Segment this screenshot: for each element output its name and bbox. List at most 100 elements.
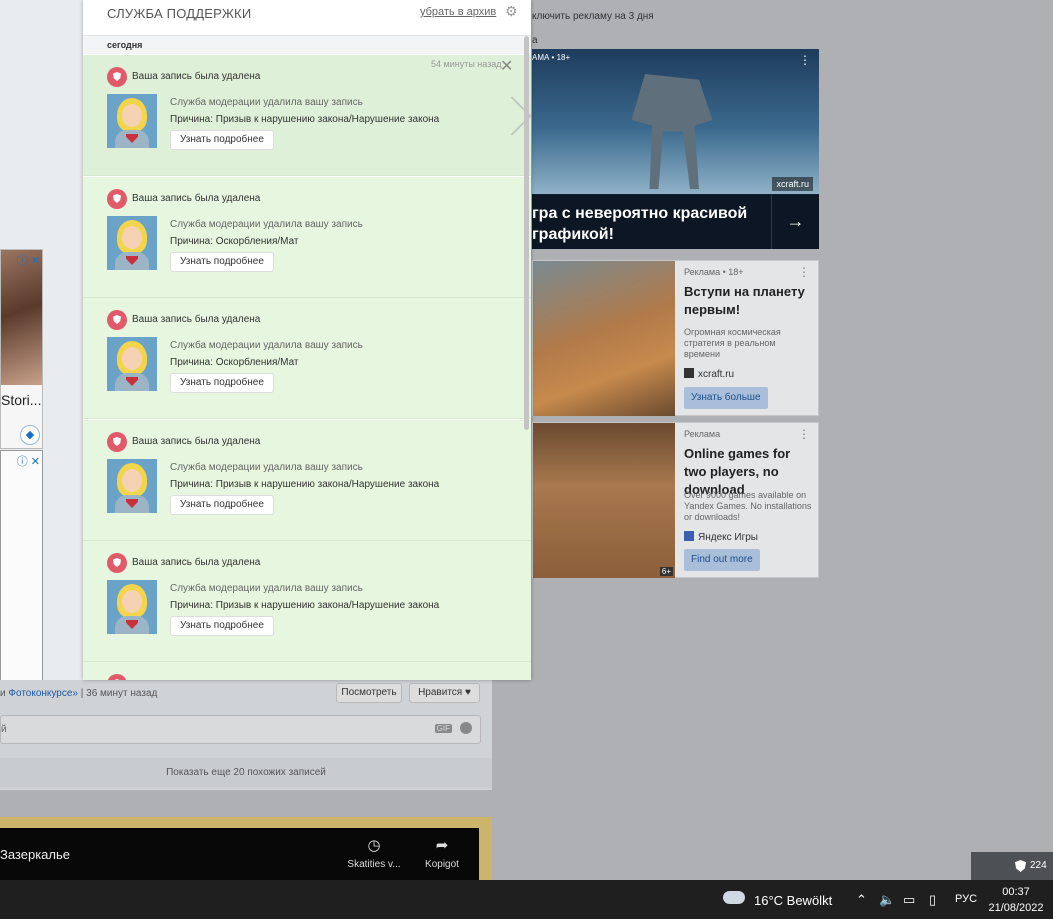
- support-notifications-panel: СЛУЖБА ПОДДЕРЖКИ убрать в архив ⚙ сегодн…: [83, 0, 531, 680]
- arrow-right-icon[interactable]: →: [771, 195, 819, 249]
- show-more-button[interactable]: Показать еще 20 похожих записей: [0, 758, 492, 788]
- navigate-icon[interactable]: ◆: [20, 425, 40, 445]
- comment-placeholder: й: [1, 724, 7, 735]
- notification-text: Служба модерации удалила вашу запись: [170, 340, 363, 351]
- notification-text: Служба модерации удалила вашу запись: [170, 219, 363, 230]
- ad-source-label: xcraft.ru: [698, 369, 735, 380]
- panel-title: СЛУЖБА ПОДДЕРЖКИ: [107, 6, 252, 21]
- ad-label: Реклама: [684, 429, 721, 439]
- left-ad-caption: Stori...: [1, 392, 42, 408]
- ad-label: Реклама • 18+: [684, 267, 744, 277]
- badge-count: 224: [1030, 860, 1047, 871]
- cloud-icon[interactable]: [723, 891, 745, 904]
- notification-heading: Ваша запись была удалена: [132, 436, 261, 447]
- notification-reason: Причина: Оскорбления/Мат: [170, 357, 299, 368]
- clock-date: 21/08/2022: [988, 902, 1044, 914]
- avatar: [107, 459, 157, 513]
- like-button[interactable]: Нравится ♥: [409, 683, 480, 703]
- view-button[interactable]: Посмотреть: [336, 683, 402, 703]
- gear-icon[interactable]: ⚙: [505, 3, 518, 20]
- clock-icon: ◷: [367, 837, 381, 854]
- learn-more-button[interactable]: Узнать подробнее: [170, 616, 274, 636]
- xcraft-icon: [684, 368, 694, 378]
- archive-link[interactable]: убрать в архив: [420, 6, 496, 18]
- clock[interactable]: 00:37 21/08/2022: [988, 884, 1044, 916]
- shield-icon: [1015, 860, 1026, 872]
- big-ad[interactable]: АМА • 18+ ⋮ xcraft.ru гра с невероятно к…: [532, 49, 819, 249]
- emoji-icon[interactable]: [460, 722, 472, 734]
- share-icon: ➦: [435, 837, 449, 854]
- ad-card-image: [533, 261, 675, 416]
- chevron-right-icon[interactable]: [496, 95, 526, 145]
- watch-later-button[interactable]: ◷ Skatities v...: [344, 836, 404, 870]
- notification-item[interactable]: Ваша запись была удалена 54 минуты назад…: [83, 55, 531, 176]
- ad-source: xcraft.ru: [684, 368, 734, 380]
- learn-more-button[interactable]: Узнать подробнее: [170, 495, 274, 515]
- ad-card-planet[interactable]: Реклама • 18+ ⋮ Вступи на планету первым…: [532, 260, 819, 416]
- ad-cta-button[interactable]: Find out more: [684, 549, 760, 571]
- language-indicator[interactable]: РУС: [955, 893, 977, 905]
- date-group-label: сегодня: [107, 40, 143, 50]
- left-ad-card-2[interactable]: ⓘ ✕: [0, 450, 43, 682]
- yandex-games-icon: [684, 531, 694, 541]
- ad-cta-button[interactable]: Узнать больше: [684, 387, 768, 409]
- scrollbar[interactable]: [524, 36, 529, 430]
- gif-icon[interactable]: GIF: [434, 724, 452, 733]
- shield-icon: [107, 674, 127, 680]
- notification-item[interactable]: [83, 662, 531, 680]
- speaker-icon[interactable]: 🔈: [879, 892, 895, 908]
- notification-item[interactable]: Ваша запись была удалена Служба модераци…: [83, 177, 531, 298]
- notification-reason: Причина: Призыв к нарушению закона/Наруш…: [170, 600, 440, 611]
- more-options-icon[interactable]: ⋮: [799, 53, 811, 67]
- shield-icon: [107, 432, 127, 452]
- notification-item[interactable]: Ваша запись была удалена Служба модераци…: [83, 541, 531, 662]
- watch-later-label: Skatities v...: [347, 859, 401, 870]
- shield-icon: [107, 189, 127, 209]
- learn-more-button[interactable]: Узнать подробнее: [170, 130, 274, 150]
- share-button[interactable]: ➦ Kopigot: [412, 836, 472, 870]
- avatar: [107, 580, 157, 634]
- caption-time: | 36 минут назад: [77, 688, 158, 699]
- close-icon[interactable]: ✕: [500, 56, 513, 76]
- weather-widget[interactable]: 16°C Bewölkt: [754, 893, 832, 908]
- share-label: Kopigot: [425, 859, 459, 870]
- contest-link[interactable]: Фотоконкурсе»: [8, 688, 78, 699]
- ad-description: Огромная космическая стратегия в реально…: [684, 327, 781, 359]
- network-icon[interactable]: ▭: [903, 892, 915, 908]
- clock-time: 00:37: [1002, 886, 1030, 898]
- shield-icon: [107, 67, 127, 87]
- avatar: [107, 216, 157, 270]
- taskbar: 16°C Bewölkt ⌃ 🔈 ▭ ▯ РУС 00:37 21/08/202…: [0, 880, 1053, 919]
- left-ad-card[interactable]: ⓘ ✕ Stori... ◆: [0, 249, 43, 449]
- notification-item[interactable]: Ваша запись была удалена Служба модераци…: [83, 298, 531, 419]
- notification-item[interactable]: Ваша запись была удалена Служба модераци…: [83, 420, 531, 541]
- panel-header: СЛУЖБА ПОДДЕРЖКИ убрать в архив ⚙: [83, 0, 531, 36]
- tray-notification-badge[interactable]: 224: [971, 852, 1053, 880]
- notification-reason: Причина: Призыв к нарушению закона/Наруш…: [170, 479, 440, 490]
- feed-post-caption: и Фотоконкурсе» | 36 минут назад: [0, 688, 157, 699]
- chevron-up-icon[interactable]: ⌃: [856, 892, 867, 908]
- avatar: [107, 94, 157, 148]
- camera-icon[interactable]: ▯: [929, 892, 936, 908]
- notification-time: 54 минуты назад: [431, 59, 502, 69]
- notification-heading: Ваша запись была удалена: [132, 314, 261, 325]
- ad-info-icon[interactable]: ⓘ ✕: [17, 252, 40, 268]
- disable-ads-link[interactable]: ключить рекламу на 3 дня: [532, 11, 654, 22]
- video-title: Зазеркалье: [0, 847, 71, 862]
- left-ad-photo: [1, 250, 42, 385]
- ad-card-games[interactable]: 6+ Реклама ⋮ Online games for two player…: [532, 422, 819, 578]
- more-options-icon[interactable]: ⋮: [798, 265, 810, 279]
- ad-description: Over 9000 games available on Yandex Game…: [684, 490, 812, 522]
- learn-more-button[interactable]: Узнать подробнее: [170, 252, 274, 272]
- more-options-icon[interactable]: ⋮: [798, 427, 810, 441]
- notification-reason: Причина: Призыв к нарушению закона/Наруш…: [170, 114, 440, 125]
- shield-icon: [107, 553, 127, 573]
- video-player[interactable]: [0, 828, 479, 883]
- notification-heading: Ваша запись была удалена: [132, 71, 261, 82]
- date-group-header: сегодня: [83, 36, 531, 54]
- ad-title: Вступи на планету первым!: [684, 284, 805, 317]
- learn-more-button[interactable]: Узнать подробнее: [170, 373, 274, 393]
- comment-input[interactable]: й GIF: [0, 715, 481, 744]
- ad-info-icon[interactable]: ⓘ ✕: [17, 453, 40, 469]
- avatar: [107, 337, 157, 391]
